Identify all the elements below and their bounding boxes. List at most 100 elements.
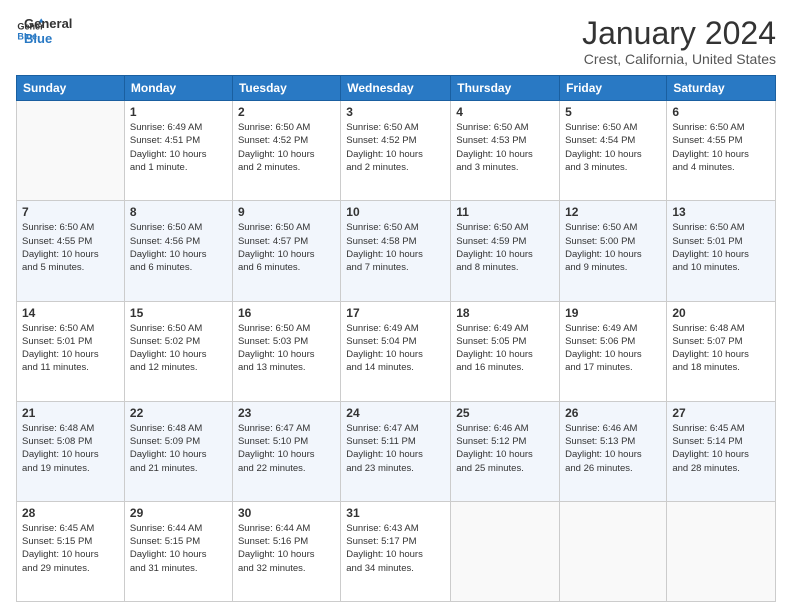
calendar-header-cell: Friday	[560, 76, 667, 101]
calendar-cell: 19 Sunrise: 6:49 AM Sunset: 5:06 PM Dayli…	[560, 301, 667, 401]
calendar-header-cell: Wednesday	[341, 76, 451, 101]
logo-line1: General	[24, 16, 72, 31]
calendar-header-cell: Monday	[124, 76, 232, 101]
day-number: 6	[672, 105, 770, 119]
calendar-row: 14 Sunrise: 6:50 AM Sunset: 5:01 PM Dayli…	[17, 301, 776, 401]
calendar-header-cell: Sunday	[17, 76, 125, 101]
day-number: 12	[565, 205, 661, 219]
day-info: Sunrise: 6:43 AM Sunset: 5:17 PM Dayligh…	[346, 522, 445, 575]
calendar-cell: 6 Sunrise: 6:50 AM Sunset: 4:55 PM Daylig…	[667, 101, 776, 201]
day-info: Sunrise: 6:50 AM Sunset: 4:55 PM Dayligh…	[22, 221, 119, 274]
day-number: 19	[565, 306, 661, 320]
calendar-cell: 4Sunrise: 6:50 AM Sunset: 4:53 PM Daylig…	[451, 101, 560, 201]
calendar-cell: 16 Sunrise: 6:50 AM Sunset: 5:03 PM Dayli…	[232, 301, 340, 401]
day-info: Sunrise: 6:49 AM Sunset: 5:04 PM Dayligh…	[346, 322, 445, 375]
day-number: 1	[130, 105, 227, 119]
calendar-header-cell: Tuesday	[232, 76, 340, 101]
day-info: Sunrise: 6:50 AM Sunset: 5:02 PM Dayligh…	[130, 322, 227, 375]
calendar-cell: 11Sunrise: 6:50 AM Sunset: 4:59 PM Dayli…	[451, 201, 560, 301]
calendar-cell: 21 Sunrise: 6:48 AM Sunset: 5:08 PM Dayli…	[17, 401, 125, 501]
calendar-cell	[17, 101, 125, 201]
day-info: Sunrise: 6:50 AM Sunset: 5:01 PM Dayligh…	[22, 322, 119, 375]
day-number: 7	[22, 205, 119, 219]
day-number: 23	[238, 406, 335, 420]
calendar-cell: 5 Sunrise: 6:50 AM Sunset: 4:54 PM Daylig…	[560, 101, 667, 201]
calendar-cell: 23Sunrise: 6:47 AM Sunset: 5:10 PM Dayli…	[232, 401, 340, 501]
calendar-cell: 18 Sunrise: 6:49 AM Sunset: 5:05 PM Dayli…	[451, 301, 560, 401]
calendar-row: 1 Sunrise: 6:49 AM Sunset: 4:51 PM Daylig…	[17, 101, 776, 201]
day-info: Sunrise: 6:44 AM Sunset: 5:15 PM Dayligh…	[130, 522, 227, 575]
logo-line2: Blue	[24, 31, 72, 46]
day-number: 8	[130, 205, 227, 219]
calendar-cell: 22 Sunrise: 6:48 AM Sunset: 5:09 PM Dayli…	[124, 401, 232, 501]
day-info: Sunrise: 6:50 AM Sunset: 4:58 PM Dayligh…	[346, 221, 445, 274]
calendar-cell: 9 Sunrise: 6:50 AM Sunset: 4:57 PM Daylig…	[232, 201, 340, 301]
day-number: 2	[238, 105, 335, 119]
day-info: Sunrise: 6:48 AM Sunset: 5:09 PM Dayligh…	[130, 422, 227, 475]
calendar-cell: 15 Sunrise: 6:50 AM Sunset: 5:02 PM Dayli…	[124, 301, 232, 401]
calendar-cell: 27 Sunrise: 6:45 AM Sunset: 5:14 PM Dayli…	[667, 401, 776, 501]
day-info: Sunrise: 6:47 AM Sunset: 5:11 PM Dayligh…	[346, 422, 445, 475]
calendar-cell: 8Sunrise: 6:50 AM Sunset: 4:56 PM Daylig…	[124, 201, 232, 301]
calendar-cell	[560, 501, 667, 601]
day-number: 16	[238, 306, 335, 320]
calendar-header-cell: Saturday	[667, 76, 776, 101]
calendar-cell: 26 Sunrise: 6:46 AM Sunset: 5:13 PM Dayli…	[560, 401, 667, 501]
day-number: 9	[238, 205, 335, 219]
calendar-cell: 1 Sunrise: 6:49 AM Sunset: 4:51 PM Daylig…	[124, 101, 232, 201]
day-number: 5	[565, 105, 661, 119]
calendar-cell: 17Sunrise: 6:49 AM Sunset: 5:04 PM Dayli…	[341, 301, 451, 401]
calendar-header-cell: Thursday	[451, 76, 560, 101]
day-number: 20	[672, 306, 770, 320]
day-number: 22	[130, 406, 227, 420]
day-info: Sunrise: 6:50 AM Sunset: 4:55 PM Dayligh…	[672, 121, 770, 174]
day-info: Sunrise: 6:50 AM Sunset: 4:52 PM Dayligh…	[238, 121, 335, 174]
calendar-cell: 10Sunrise: 6:50 AM Sunset: 4:58 PM Dayli…	[341, 201, 451, 301]
calendar-table: SundayMondayTuesdayWednesdayThursdayFrid…	[16, 75, 776, 602]
calendar-cell: 25 Sunrise: 6:46 AM Sunset: 5:12 PM Dayli…	[451, 401, 560, 501]
day-number: 29	[130, 506, 227, 520]
day-number: 13	[672, 205, 770, 219]
calendar-cell: 31 Sunrise: 6:43 AM Sunset: 5:17 PM Dayli…	[341, 501, 451, 601]
calendar-cell	[451, 501, 560, 601]
day-info: Sunrise: 6:45 AM Sunset: 5:14 PM Dayligh…	[672, 422, 770, 475]
calendar-cell: 13 Sunrise: 6:50 AM Sunset: 5:01 PM Dayli…	[667, 201, 776, 301]
calendar-cell: 20 Sunrise: 6:48 AM Sunset: 5:07 PM Dayli…	[667, 301, 776, 401]
day-number: 26	[565, 406, 661, 420]
day-number: 14	[22, 306, 119, 320]
calendar-cell: 14 Sunrise: 6:50 AM Sunset: 5:01 PM Dayli…	[17, 301, 125, 401]
day-number: 24	[346, 406, 445, 420]
day-number: 21	[22, 406, 119, 420]
day-info: Sunrise: 6:45 AM Sunset: 5:15 PM Dayligh…	[22, 522, 119, 575]
day-number: 3	[346, 105, 445, 119]
day-info: Sunrise: 6:46 AM Sunset: 5:12 PM Dayligh…	[456, 422, 554, 475]
day-number: 25	[456, 406, 554, 420]
day-info: Sunrise: 6:48 AM Sunset: 5:08 PM Dayligh…	[22, 422, 119, 475]
day-info: Sunrise: 6:48 AM Sunset: 5:07 PM Dayligh…	[672, 322, 770, 375]
day-info: Sunrise: 6:46 AM Sunset: 5:13 PM Dayligh…	[565, 422, 661, 475]
day-info: Sunrise: 6:50 AM Sunset: 4:54 PM Dayligh…	[565, 121, 661, 174]
calendar-cell: 30Sunrise: 6:44 AM Sunset: 5:16 PM Dayli…	[232, 501, 340, 601]
calendar-cell: 7 Sunrise: 6:50 AM Sunset: 4:55 PM Daylig…	[17, 201, 125, 301]
day-number: 27	[672, 406, 770, 420]
calendar-cell: 3 Sunrise: 6:50 AM Sunset: 4:52 PM Daylig…	[341, 101, 451, 201]
calendar-cell: 2 Sunrise: 6:50 AM Sunset: 4:52 PM Daylig…	[232, 101, 340, 201]
day-info: Sunrise: 6:49 AM Sunset: 5:05 PM Dayligh…	[456, 322, 554, 375]
calendar-cell: 12 Sunrise: 6:50 AM Sunset: 5:00 PM Dayli…	[560, 201, 667, 301]
day-info: Sunrise: 6:49 AM Sunset: 4:51 PM Dayligh…	[130, 121, 227, 174]
day-info: Sunrise: 6:50 AM Sunset: 5:01 PM Dayligh…	[672, 221, 770, 274]
calendar-row: 28Sunrise: 6:45 AM Sunset: 5:15 PM Dayli…	[17, 501, 776, 601]
day-info: Sunrise: 6:50 AM Sunset: 5:00 PM Dayligh…	[565, 221, 661, 274]
location: Crest, California, United States	[582, 51, 776, 67]
day-info: Sunrise: 6:49 AM Sunset: 5:06 PM Dayligh…	[565, 322, 661, 375]
day-number: 18	[456, 306, 554, 320]
day-info: Sunrise: 6:50 AM Sunset: 4:57 PM Dayligh…	[238, 221, 335, 274]
day-info: Sunrise: 6:50 AM Sunset: 4:52 PM Dayligh…	[346, 121, 445, 174]
day-info: Sunrise: 6:44 AM Sunset: 5:16 PM Dayligh…	[238, 522, 335, 575]
calendar-cell	[667, 501, 776, 601]
day-number: 15	[130, 306, 227, 320]
day-info: Sunrise: 6:50 AM Sunset: 5:03 PM Dayligh…	[238, 322, 335, 375]
page: General Blue General Blue January 2024 C…	[0, 0, 792, 612]
calendar-cell: 29 Sunrise: 6:44 AM Sunset: 5:15 PM Dayli…	[124, 501, 232, 601]
day-number: 31	[346, 506, 445, 520]
